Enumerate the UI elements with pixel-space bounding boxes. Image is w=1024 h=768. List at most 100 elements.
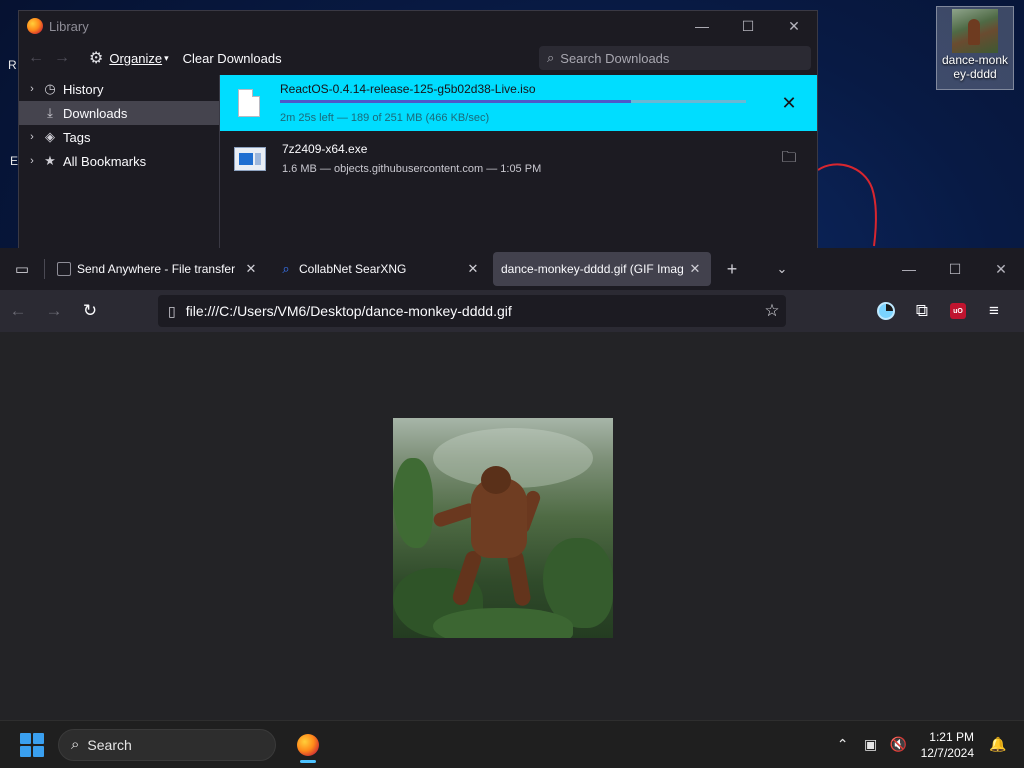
clock-time: 1:21 PM bbox=[929, 729, 974, 744]
download-status: 2m 25s left — 189 of 251 MB (466 KB/sec) bbox=[280, 111, 490, 124]
chevron-right-icon[interactable]: › bbox=[25, 155, 39, 167]
network-icon[interactable]: ▣ bbox=[857, 736, 885, 753]
tab-title: Send Anywhere - File transfer bbox=[77, 262, 236, 276]
minimize-button[interactable]: — bbox=[679, 11, 725, 41]
sidebar-item-label: Tags bbox=[63, 129, 91, 145]
download-progress-fill bbox=[280, 99, 631, 103]
organize-menu-button[interactable]: ⚙ Organize ▾ bbox=[89, 48, 169, 68]
clock-date: 12/7/2024 bbox=[920, 745, 974, 760]
back-arrow-icon[interactable]: ← bbox=[23, 49, 49, 67]
forward-arrow-icon[interactable]: → bbox=[49, 49, 75, 67]
sidebar-item-downloads[interactable]: ⤓ Downloads bbox=[19, 101, 219, 125]
bookmark-star-icon[interactable]: ☆ bbox=[758, 301, 786, 321]
tab-send-anywhere[interactable]: Send Anywhere - File transfer ✕ bbox=[49, 252, 267, 286]
close-tab-icon[interactable]: ✕ bbox=[687, 261, 703, 277]
sidebar-item-all-bookmarks[interactable]: › ★ All Bookmarks bbox=[19, 149, 219, 173]
sidebar-item-label: History bbox=[63, 81, 104, 97]
system-clock[interactable]: 1:21 PM 12/7/2024 bbox=[921, 729, 974, 761]
windows-start-button[interactable] bbox=[20, 732, 44, 757]
firefox-icon bbox=[27, 18, 43, 34]
menu-button[interactable]: ≡ bbox=[976, 295, 1012, 327]
sidebar-item-tags[interactable]: › ◈ Tags bbox=[19, 125, 219, 149]
navigation-toolbar: ← → ↻ ▯ file:///C:/Users/VM6/Desktop/dan… bbox=[0, 290, 1024, 332]
system-tray: ⌃ ▣ 🔇 1:21 PM 12/7/2024 🔔 bbox=[829, 729, 1024, 761]
folder-icon[interactable]: 🗀 bbox=[769, 147, 809, 172]
sidebar-item-label: All Bookmarks bbox=[63, 153, 147, 169]
gif-image bbox=[393, 418, 613, 638]
sidebar-item-history[interactable]: › ◷ History bbox=[19, 77, 219, 101]
sidebar-item-label: Downloads bbox=[63, 105, 128, 121]
search-icon: ⌕ bbox=[282, 261, 290, 276]
url-bar[interactable]: ▯ file:///C:/Users/VM6/Desktop/dance-mon… bbox=[158, 295, 786, 327]
taskbar-search-label: Search bbox=[87, 736, 132, 753]
taskbar-firefox[interactable] bbox=[288, 725, 328, 765]
chevron-right-icon[interactable]: › bbox=[25, 83, 39, 95]
library-toolbar: ← → ⚙ Organize ▾ Clear Downloads ⌕ Searc… bbox=[19, 41, 817, 75]
red-scribble bbox=[817, 163, 877, 247]
desktop-edge-text: E bbox=[10, 154, 19, 168]
close-tab-icon[interactable]: ✕ bbox=[465, 261, 481, 277]
search-icon: ⌕ bbox=[547, 50, 555, 65]
firefox-icon bbox=[297, 733, 319, 756]
download-item[interactable]: 7z2409-x64.exe 1.6 MB — objects.githubus… bbox=[220, 131, 817, 187]
download-status: 1.6 MB — objects.githubusercontent.com —… bbox=[282, 163, 542, 175]
download-name: 7z2409-x64.exe bbox=[282, 142, 368, 156]
desktop-icon-dance-monkey[interactable]: dance-monkey-dddd bbox=[936, 6, 1014, 90]
close-button[interactable]: ✕ bbox=[978, 254, 1024, 284]
library-window: Library — ☐ ✕ ← → ⚙ Organize ▾ Clear Dow… bbox=[18, 10, 818, 250]
ublock-button[interactable]: uO bbox=[940, 295, 976, 327]
page-content bbox=[0, 332, 1024, 720]
search-icon: ⌕ bbox=[71, 736, 80, 753]
maximize-button[interactable]: ☐ bbox=[725, 11, 771, 41]
close-button[interactable]: ✕ bbox=[771, 11, 817, 41]
chevron-down-icon: ▾ bbox=[164, 52, 169, 63]
minimize-button[interactable]: — bbox=[886, 254, 932, 284]
download-icon: ⤓ bbox=[47, 105, 53, 120]
taskbar-search[interactable]: ⌕ Search bbox=[58, 728, 276, 761]
download-item[interactable]: ReactOS-0.4.14-release-125-g5b02d38-Live… bbox=[220, 75, 817, 131]
account-button[interactable] bbox=[868, 295, 904, 327]
download-progress-bar bbox=[280, 99, 746, 103]
profile-icon bbox=[877, 302, 895, 320]
new-tab-button[interactable]: + bbox=[715, 252, 749, 286]
firefox-view-icon[interactable]: ▭ bbox=[0, 248, 44, 290]
library-sidebar: › ◷ History ⤓ Downloads › ◈ Tags › ★ All… bbox=[19, 75, 220, 249]
library-titlebar[interactable]: Library — ☐ ✕ bbox=[19, 11, 817, 41]
notification-bell-icon[interactable]: 🔔 bbox=[984, 736, 1012, 753]
tab-title: CollabNet SearXNG bbox=[299, 262, 407, 276]
downloads-list: ReactOS-0.4.14-release-125-g5b02d38-Live… bbox=[220, 75, 817, 249]
browser-window: ▭ Send Anywhere - File transfer ✕ ⌕ Coll… bbox=[0, 248, 1024, 720]
chevron-up-icon[interactable]: ⌃ bbox=[829, 736, 857, 753]
tab-title: dance-monkey-dddd.gif (GIF Imag bbox=[501, 262, 684, 276]
reload-button[interactable]: ↻ bbox=[72, 295, 108, 327]
back-button[interactable]: ← bbox=[0, 295, 36, 327]
volume-muted-icon[interactable]: 🔇 bbox=[885, 736, 913, 753]
image-thumbnail-icon bbox=[952, 9, 998, 53]
organize-label: Organize bbox=[109, 50, 163, 66]
chevron-right-icon[interactable]: › bbox=[25, 131, 39, 143]
tab-dance-monkey-gif[interactable]: dance-monkey-dddd.gif (GIF Imag ✕ bbox=[493, 252, 711, 286]
page-icon bbox=[57, 262, 71, 276]
gear-icon: ⚙ bbox=[89, 50, 104, 67]
desktop-icon-label: dance-monkey-dddd bbox=[941, 53, 1009, 81]
exe-file-icon bbox=[234, 147, 266, 171]
search-placeholder: Search Downloads bbox=[560, 50, 670, 66]
clock-icon: ◷ bbox=[44, 81, 56, 96]
page-icon: ▯ bbox=[168, 302, 176, 319]
tag-icon: ◈ bbox=[45, 129, 55, 144]
forward-button[interactable]: → bbox=[36, 295, 72, 327]
close-tab-icon[interactable]: ✕ bbox=[243, 261, 259, 277]
clear-downloads-button[interactable]: Clear Downloads bbox=[183, 51, 282, 66]
search-downloads-input[interactable]: ⌕ Search Downloads bbox=[539, 46, 811, 70]
library-title: Library bbox=[49, 18, 89, 34]
desktop-edge-text: R bbox=[8, 58, 17, 72]
taskbar: ⌕ Search ⌃ ▣ 🔇 1:21 PM 12/7/2024 🔔 bbox=[0, 720, 1024, 768]
list-all-tabs-button[interactable]: ⌄ bbox=[765, 252, 799, 286]
url-text[interactable]: file:///C:/Users/VM6/Desktop/dance-monke… bbox=[186, 303, 758, 319]
extensions-button[interactable]: ⧉ bbox=[904, 295, 940, 327]
tab-strip: ▭ Send Anywhere - File transfer ✕ ⌕ Coll… bbox=[0, 248, 1024, 290]
cancel-icon[interactable]: ✕ bbox=[769, 93, 809, 114]
download-name: ReactOS-0.4.14-release-125-g5b02d38-Live… bbox=[280, 81, 536, 96]
tab-collabnet-searxng[interactable]: ⌕ CollabNet SearXNG ✕ bbox=[271, 252, 489, 286]
maximize-button[interactable]: ☐ bbox=[932, 254, 978, 284]
